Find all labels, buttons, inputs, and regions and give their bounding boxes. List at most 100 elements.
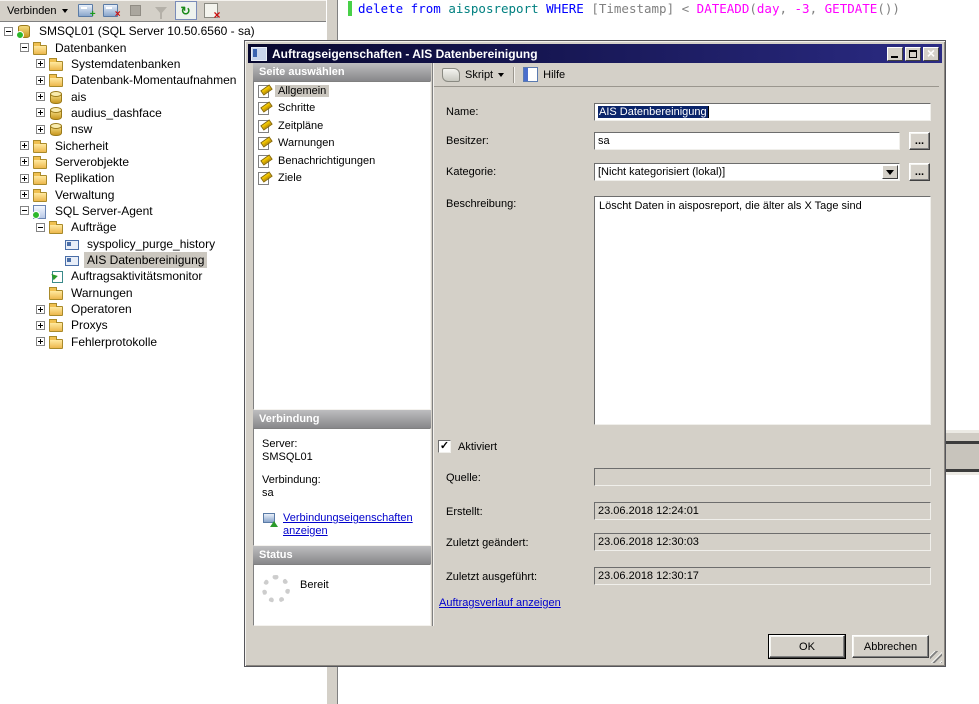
modified-label: Zuletzt geändert: xyxy=(446,537,529,549)
sql-query-text[interactable]: delete from aisposreport WHERE [Timestam… xyxy=(358,1,900,16)
plus-badge-icon: + xyxy=(90,10,96,20)
cancel-button[interactable]: Abbrechen xyxy=(852,635,929,658)
category-label: Kategorie: xyxy=(446,166,496,178)
source-field xyxy=(594,468,931,486)
folder-icon xyxy=(33,139,48,153)
folder-icon xyxy=(33,188,48,202)
name-input[interactable]: AIS Datenbereinigung xyxy=(594,103,931,121)
job-icon xyxy=(251,47,267,61)
folder-icon xyxy=(49,318,64,332)
sql-operator: ( xyxy=(749,1,757,16)
enabled-checkbox[interactable] xyxy=(438,440,451,453)
expand-icon[interactable] xyxy=(36,305,45,314)
page-icon xyxy=(257,136,271,150)
maximize-button[interactable] xyxy=(905,47,921,61)
expand-icon[interactable] xyxy=(36,76,45,85)
owner-input[interactable]: sa xyxy=(594,132,900,150)
page-item-ziele[interactable]: Ziele xyxy=(254,170,430,188)
modified-value: 23.06.2018 12:30:03 xyxy=(598,536,699,548)
expand-icon[interactable] xyxy=(36,125,45,134)
general-page-content: Skript Hilfe Name: AIS Datenbereinigung … xyxy=(433,63,939,627)
owner-browse-button[interactable]: ... xyxy=(909,132,930,150)
page-item-zeitplaene[interactable]: Zeitpläne xyxy=(254,117,430,135)
job-history-link[interactable]: Auftragsverlauf anzeigen xyxy=(439,597,561,609)
page-icon xyxy=(257,119,271,133)
connection-label: Verbindung: xyxy=(262,474,422,487)
expand-icon[interactable] xyxy=(36,321,45,330)
name-label: Name: xyxy=(446,106,478,118)
executed-label: Zuletzt ausgeführt: xyxy=(446,571,537,583)
collapse-icon[interactable] xyxy=(36,223,45,232)
folder-icon xyxy=(33,155,48,169)
page-item-allgemein[interactable]: Allgemein xyxy=(254,82,430,100)
background-splitter-band xyxy=(946,430,979,475)
category-browse-button[interactable]: ... xyxy=(909,163,930,181)
refresh-button[interactable]: ↻ xyxy=(175,2,197,20)
name-value: AIS Datenbereinigung xyxy=(598,106,708,118)
help-button[interactable]: Hilfe xyxy=(520,65,568,84)
refresh-icon: ↻ xyxy=(175,1,197,20)
expand-icon[interactable] xyxy=(36,108,45,117)
expand-icon[interactable] xyxy=(20,190,29,199)
page-icon xyxy=(257,171,271,185)
folder-icon xyxy=(33,171,48,185)
server-label: Server: xyxy=(262,438,422,451)
source-label: Quelle: xyxy=(446,472,481,484)
expand-icon[interactable] xyxy=(20,141,29,150)
connection-panel: Server: SMSQL01 Verbindung: sa Verbindun… xyxy=(253,428,431,546)
connect-dropdown-button[interactable]: Verbinden xyxy=(3,3,72,19)
executed-value: 23.06.2018 12:30:17 xyxy=(598,570,699,582)
expand-icon[interactable] xyxy=(36,59,45,68)
delete-button[interactable] xyxy=(200,2,222,20)
status-header: Status xyxy=(253,546,431,564)
sql-agent-icon xyxy=(33,204,48,218)
connection-properties-icon xyxy=(262,512,278,526)
page-icon xyxy=(257,84,271,98)
minimize-button[interactable] xyxy=(887,47,903,61)
page-item-schritte[interactable]: Schritte xyxy=(254,100,430,118)
ok-button[interactable]: OK xyxy=(769,635,845,658)
tree-item-server[interactable]: SMSQL01 (SQL Server 10.50.6560 - sa) xyxy=(0,23,326,39)
category-select[interactable]: [Nicht kategorisiert (lokal)] xyxy=(594,163,900,181)
script-button[interactable]: Skript xyxy=(439,66,507,84)
expand-icon[interactable] xyxy=(36,92,45,101)
page-item-warnungen[interactable]: Warnungen xyxy=(254,135,430,153)
pages-header: Seite auswählen xyxy=(253,63,431,81)
connection-properties-link[interactable]: Verbindungseigenschaften anzeigen xyxy=(283,512,422,538)
dropdown-arrow-icon[interactable] xyxy=(882,165,898,179)
expand-icon[interactable] xyxy=(20,157,29,166)
dialog-titlebar[interactable]: Auftragseigenschaften - AIS Datenbereini… xyxy=(248,44,942,63)
activity-monitor-icon xyxy=(49,269,64,283)
connect-server-button[interactable]: + xyxy=(75,2,97,20)
job-properties-dialog: Auftragseigenschaften - AIS Datenbereini… xyxy=(244,40,946,667)
expand-icon[interactable] xyxy=(20,174,29,183)
sql-keyword: WHERE xyxy=(546,1,591,16)
expand-icon[interactable] xyxy=(36,337,45,346)
description-textarea[interactable]: Löscht Daten in aisposreport, die älter … xyxy=(594,196,931,425)
folder-icon xyxy=(49,286,64,300)
close-button[interactable] xyxy=(923,47,939,61)
folder-icon xyxy=(33,41,48,55)
sql-keyword: delete from xyxy=(358,1,448,16)
collapse-icon[interactable] xyxy=(20,206,29,215)
change-tracking-bar xyxy=(348,1,352,16)
sql-function: day xyxy=(757,1,780,16)
resize-grip[interactable] xyxy=(930,651,942,663)
sql-function: GETDATE xyxy=(825,1,878,16)
script-icon xyxy=(442,68,460,82)
server-value: SMSQL01 xyxy=(262,451,422,464)
job-icon xyxy=(65,237,80,251)
disconnect-server-button[interactable]: × xyxy=(100,2,122,20)
collapse-icon[interactable] xyxy=(20,43,29,52)
database-icon xyxy=(49,90,64,104)
collapse-icon[interactable] xyxy=(4,27,13,36)
delete-script-icon xyxy=(204,3,218,18)
page-item-benachrichtigungen[interactable]: Benachrichtigungen xyxy=(254,152,430,170)
page-icon xyxy=(257,101,271,115)
created-value: 23.06.2018 12:24:01 xyxy=(598,505,699,517)
x-badge-icon: × xyxy=(115,10,121,20)
folder-icon xyxy=(49,335,64,349)
folder-icon xyxy=(49,220,64,234)
sql-operator: ()) xyxy=(877,1,900,16)
description-label: Beschreibung: xyxy=(446,198,516,210)
